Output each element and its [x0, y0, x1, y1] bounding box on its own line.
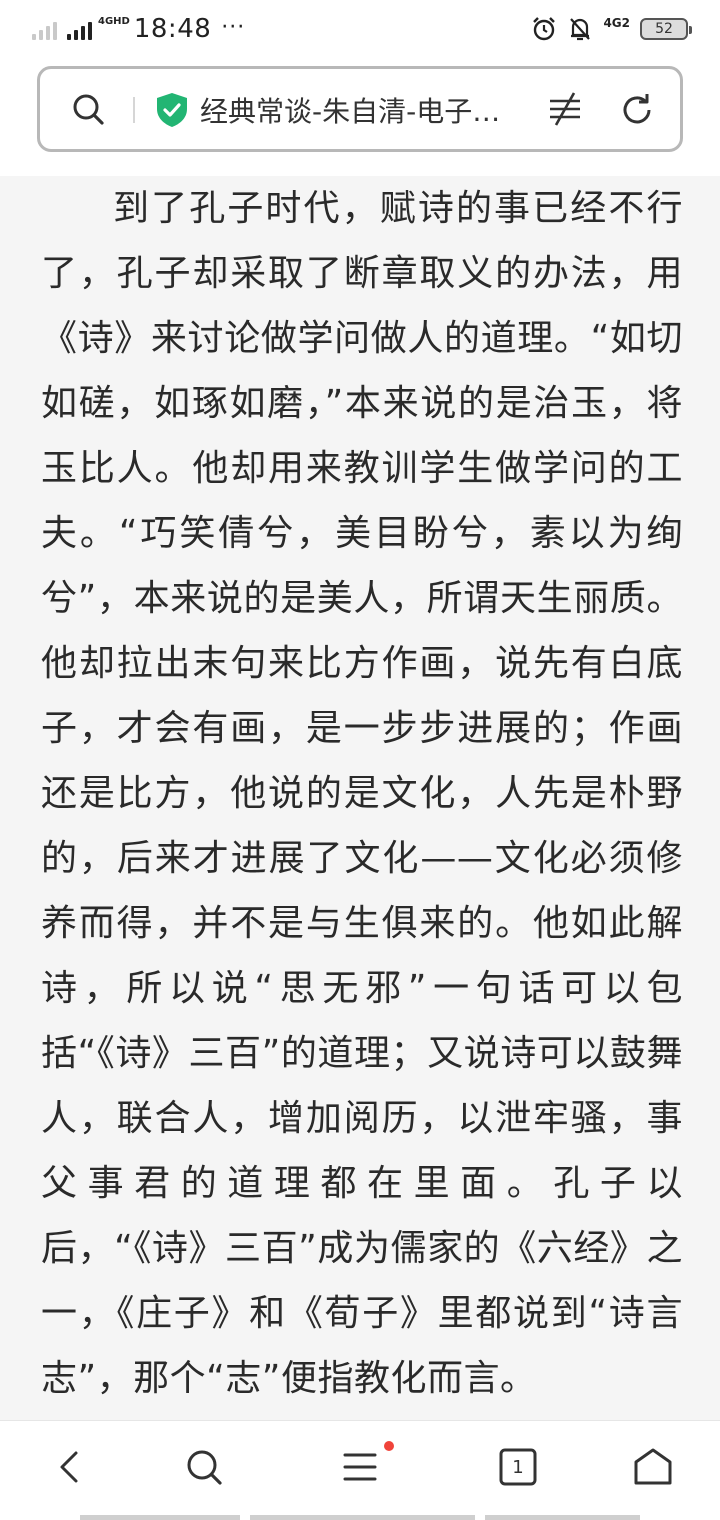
alarm-icon — [533, 17, 556, 41]
clock: 18:48 — [133, 14, 212, 44]
refresh-icon[interactable] — [618, 91, 656, 129]
menu-notification-dot — [384, 1441, 394, 1451]
battery-level: 52 — [655, 21, 673, 37]
gesture-bar — [0, 1514, 720, 1520]
network-type-label: 4GHD — [98, 15, 130, 27]
secure-shield-icon — [157, 93, 187, 127]
article-content[interactable]: 到了孔子时代，赋诗的事已经不行了，孔子却采取了断章取义的办法，用《诗》来讨论做学… — [0, 176, 720, 1420]
more-notifications: ··· — [221, 14, 246, 40]
status-bar: 4GHD 18:48 ··· 4G2 52 — [0, 0, 720, 58]
home-icon[interactable] — [631, 1445, 675, 1489]
back-icon[interactable] — [48, 1445, 92, 1489]
battery-icon: 52 — [640, 18, 692, 40]
signal-icon-sim1 — [32, 18, 57, 40]
menu-icon[interactable] — [339, 1445, 383, 1489]
mute-bell-icon — [570, 18, 591, 41]
address-separator — [133, 97, 135, 123]
article-paragraph: 到了孔子时代，赋诗的事已经不行了，孔子却采取了断章取义的办法，用《诗》来讨论做学… — [41, 188, 683, 1399]
reader-mode-icon[interactable] — [546, 89, 584, 129]
tab-count: 1 — [512, 1457, 524, 1478]
search-icon[interactable] — [70, 91, 106, 127]
address-bar[interactable]: 经典常谈-朱自清-电子… — [37, 66, 683, 152]
bottom-toolbar: 1 — [0, 1420, 720, 1520]
status-right: 4G2 52 — [531, 13, 692, 45]
page-title-url[interactable]: 经典常谈-朱自清-电子… — [200, 90, 540, 130]
search-icon[interactable] — [182, 1445, 226, 1489]
network-type-right: 4G2 — [603, 16, 630, 30]
browser-header: 经典常谈-朱自清-电子… — [0, 58, 720, 176]
status-left: 4GHD 18:48 ··· — [32, 12, 245, 46]
signal-icon-sim2 — [67, 18, 92, 40]
